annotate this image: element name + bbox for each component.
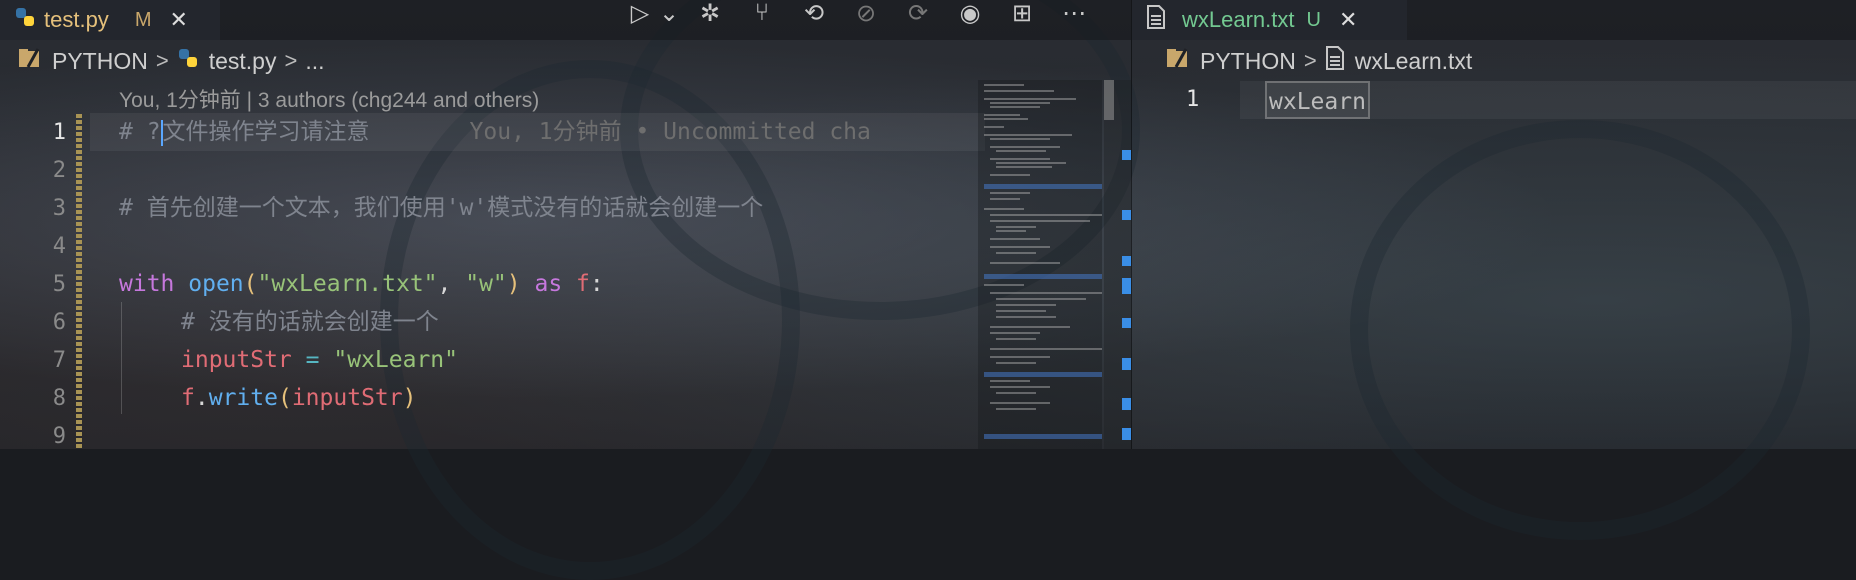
comment: # 首先创建一个文本，我们使用	[119, 195, 446, 221]
close-tab-icon[interactable]: ✕	[1339, 7, 1357, 33]
function-name: open	[188, 271, 244, 297]
paren: )	[506, 271, 521, 297]
editor-toolbar: ▷ ⌄ ✲ ⑂ ⟲ ⊘ ⟳ ◉ ⊞ ⋯	[625, 0, 1089, 28]
comma: ,	[437, 271, 466, 297]
toggle-icon[interactable]: ◉	[955, 0, 985, 28]
dropdown-icon[interactable]: ⌄	[659, 0, 679, 28]
tab-label: test.py	[44, 7, 109, 32]
variable: f	[181, 385, 195, 411]
string: "w"	[465, 271, 507, 297]
keyword: with	[119, 271, 175, 297]
close-tab-icon[interactable]: ✕	[169, 7, 187, 33]
comment: 文件操作学习请注意	[162, 119, 370, 145]
vertical-scrollbar[interactable]	[1104, 80, 1131, 449]
string: "wxLearn"	[333, 347, 458, 373]
tab-wxlearn-txt[interactable]: wxLearn.txt U ✕	[1132, 0, 1407, 40]
compare-icon[interactable]: ⊘	[851, 0, 881, 28]
text-file-icon	[1146, 5, 1166, 35]
breadcrumb-more[interactable]: ...	[305, 48, 324, 75]
breadcrumb-file[interactable]: test.py	[209, 48, 277, 75]
code-line-6[interactable]: # 没有的话就会创建一个	[181, 303, 439, 341]
comment: # 没有的话就会创建一个	[181, 309, 439, 335]
code-line-7[interactable]: inputStr = "wxLearn"	[181, 341, 458, 379]
comment: 模式没有的话就会创建一个	[487, 195, 764, 221]
comment: 'w'	[445, 195, 488, 221]
tab-label: wxLearn.txt	[1182, 7, 1295, 32]
line-number: 4	[52, 234, 66, 259]
line-number: 2	[52, 158, 66, 183]
python-file-icon	[14, 6, 36, 34]
comment: # ?	[119, 119, 161, 145]
source-control-icon[interactable]: ⑂	[747, 0, 777, 27]
code-line-1[interactable]: # ?文件操作学习请注意 You, 1分钟前 • Uncommitted cha	[119, 113, 871, 151]
paren: )	[402, 385, 417, 411]
line-number: 3	[52, 196, 66, 221]
paren: (	[243, 271, 258, 297]
line-number: 6	[52, 310, 66, 335]
right-editor-pane: wxLearn.txt U ✕ PYTHON > wxLearn.txt	[1131, 0, 1856, 449]
line-number: 1	[52, 120, 66, 145]
line-number: 9	[52, 424, 66, 449]
keyword: as	[534, 271, 563, 297]
text-line-1[interactable]: wxLearn	[1265, 81, 1370, 119]
more-icon[interactable]: ⋯	[1059, 0, 1089, 28]
right-tab-bar: wxLearn.txt U ✕	[1132, 0, 1856, 40]
function-name: write	[208, 385, 278, 411]
split-editor-icon[interactable]: ⊞	[1007, 0, 1037, 28]
left-editor-pane: test.py M ✕ ▷ ⌄ ✲ ⑂ ⟲ ⊘ ⟳ ◉ ⊞ ⋯ PYTHON >	[0, 0, 1131, 449]
folder-icon	[1166, 47, 1190, 75]
modified-badge: M	[134, 8, 152, 31]
operator: =	[305, 347, 320, 373]
minimap[interactable]	[978, 80, 1102, 449]
chevron-right-icon: >	[284, 48, 298, 73]
left-tab-bar: test.py M ✕ ▷ ⌄ ✲ ⑂ ⟲ ⊘ ⟳ ◉ ⊞ ⋯	[0, 0, 1131, 40]
chevron-right-icon: >	[1303, 48, 1317, 73]
code-line-3[interactable]: # 首先创建一个文本，我们使用'w'模式没有的话就会创建一个	[119, 189, 763, 227]
colon: :	[589, 271, 604, 297]
breadcrumb-folder[interactable]: PYTHON	[52, 48, 148, 75]
line-number: 5	[52, 272, 66, 297]
timeline-icon[interactable]: ⟲	[799, 0, 829, 28]
variable: f	[576, 271, 590, 297]
code-line-5[interactable]: with open("wxLearn.txt", "w") as f:	[119, 265, 604, 303]
tab-test-py[interactable]: test.py M ✕	[0, 0, 220, 40]
breadcrumb: PYTHON > wxLearn.txt	[1132, 40, 1472, 82]
breadcrumb: PYTHON > test.py > ...	[0, 40, 325, 82]
breadcrumb-folder[interactable]: PYTHON	[1200, 48, 1296, 75]
text-file-icon	[1325, 46, 1345, 76]
variable: inputStr	[181, 347, 292, 373]
run-icon[interactable]: ▷	[625, 0, 655, 28]
folder-icon	[18, 47, 42, 75]
line-number: 1	[1186, 87, 1200, 112]
codelens-blame[interactable]: You, 1分钟前 | 3 authors (chg244 and others…	[119, 84, 539, 114]
history-icon[interactable]: ⟳	[903, 0, 933, 28]
variable: inputStr	[291, 385, 403, 411]
string: "wxLearn.txt"	[257, 271, 438, 297]
indent-guide	[121, 302, 122, 414]
code-line-8[interactable]: f.write(inputStr)	[181, 379, 416, 417]
breadcrumb-file[interactable]: wxLearn.txt	[1355, 48, 1473, 75]
line-number: 7	[52, 348, 66, 373]
python-file-icon	[177, 47, 199, 75]
line-number: 8	[52, 386, 66, 411]
scrollbar-thumb[interactable]	[1104, 80, 1114, 120]
paren: (	[277, 385, 292, 411]
untracked-badge: U	[1306, 8, 1321, 31]
chevron-right-icon: >	[155, 48, 169, 73]
git-change-indicator[interactable]	[76, 114, 82, 449]
inline-blame: You, 1分钟前 • Uncommitted cha	[469, 119, 871, 145]
dot: .	[194, 385, 209, 411]
debug-icon[interactable]: ✲	[695, 0, 725, 28]
